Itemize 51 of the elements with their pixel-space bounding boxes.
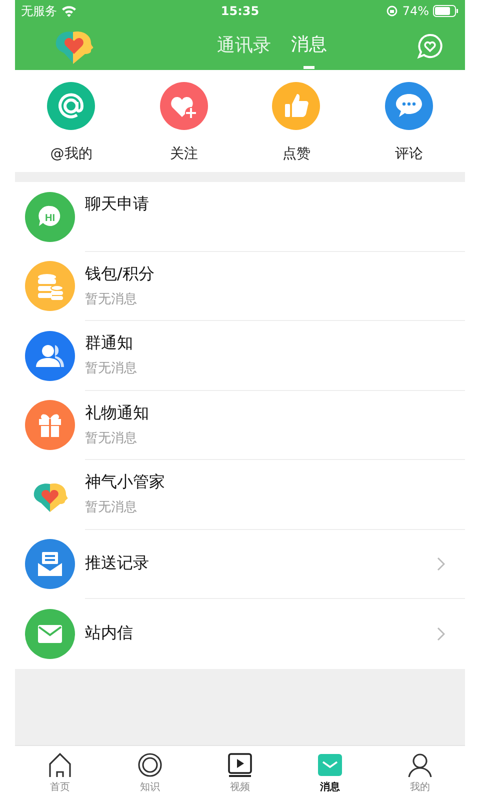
message-subtitle: 暂无消息: [85, 290, 138, 308]
message-row[interactable]: 群通知 暂无消息: [15, 321, 465, 390]
message-type-icon: [25, 330, 75, 381]
message-type-icon: [25, 539, 75, 590]
message-subtitle: 暂无消息: [85, 360, 138, 378]
chevron-icon: [437, 556, 445, 571]
nav-tab[interactable]: 视频: [195, 746, 285, 800]
message-subtitle: 暂无消息: [85, 430, 138, 447]
carrier-text: 无服务: [21, 2, 57, 20]
nav-tab[interactable]: 我的: [375, 746, 465, 800]
message-type-icon: [25, 400, 75, 450]
message-row[interactable]: 钱包/积分 暂无消息: [15, 252, 465, 321]
message-type-icon: HI: [25, 192, 75, 242]
nav-icon: [137, 752, 163, 778]
quick-action-icon[interactable]: [384, 82, 433, 130]
message-title: 神气小管家: [85, 472, 166, 494]
rotation-lock-icon: [386, 5, 398, 17]
message-title: 推送记录: [85, 553, 150, 574]
nav-tab[interactable]: 首页: [15, 746, 105, 800]
message-row[interactable]: 站内信: [15, 599, 465, 668]
message-title: 群通知: [85, 333, 134, 354]
message-type-icon: [25, 261, 75, 312]
quick-action-icon[interactable]: [47, 82, 96, 130]
message-row[interactable]: 推送记录: [15, 530, 465, 599]
battery-text: 74%: [402, 4, 429, 18]
quick-action-label: 评论: [394, 145, 423, 163]
message-row[interactable]: HI 聊天申请: [15, 182, 465, 252]
nav-tab[interactable]: 消息: [285, 746, 375, 800]
time-text: 15:35: [220, 4, 260, 18]
quick-action-icon[interactable]: [160, 82, 208, 130]
message-title: 站内信: [85, 623, 134, 644]
quick-action-label: @我的: [50, 145, 92, 163]
message-title: 钱包/积分: [85, 264, 156, 285]
nav-icon: [227, 752, 253, 778]
message-row[interactable]: 礼物通知 暂无消息: [15, 390, 465, 460]
quick-action-label: 点赞: [282, 145, 310, 163]
chevron-icon: [437, 626, 445, 641]
battery-icon: [433, 5, 459, 17]
message-type-icon: [25, 608, 75, 659]
quick-action-icon[interactable]: [272, 82, 320, 130]
wifi-icon: [61, 5, 77, 17]
nav-icon: [317, 752, 343, 778]
message-row[interactable]: 神气小管家 暂无消息: [15, 460, 465, 530]
heart-chat-icon[interactable]: [417, 33, 443, 59]
nav-icon: [47, 752, 73, 778]
message-subtitle: 暂无消息: [85, 499, 138, 516]
nav-tab[interactable]: 知识: [105, 746, 195, 800]
message-title: 聊天申请: [85, 194, 150, 215]
message-title: 礼物通知: [85, 402, 150, 424]
nav-icon: [407, 752, 433, 778]
quick-action-label: 关注: [170, 145, 198, 163]
